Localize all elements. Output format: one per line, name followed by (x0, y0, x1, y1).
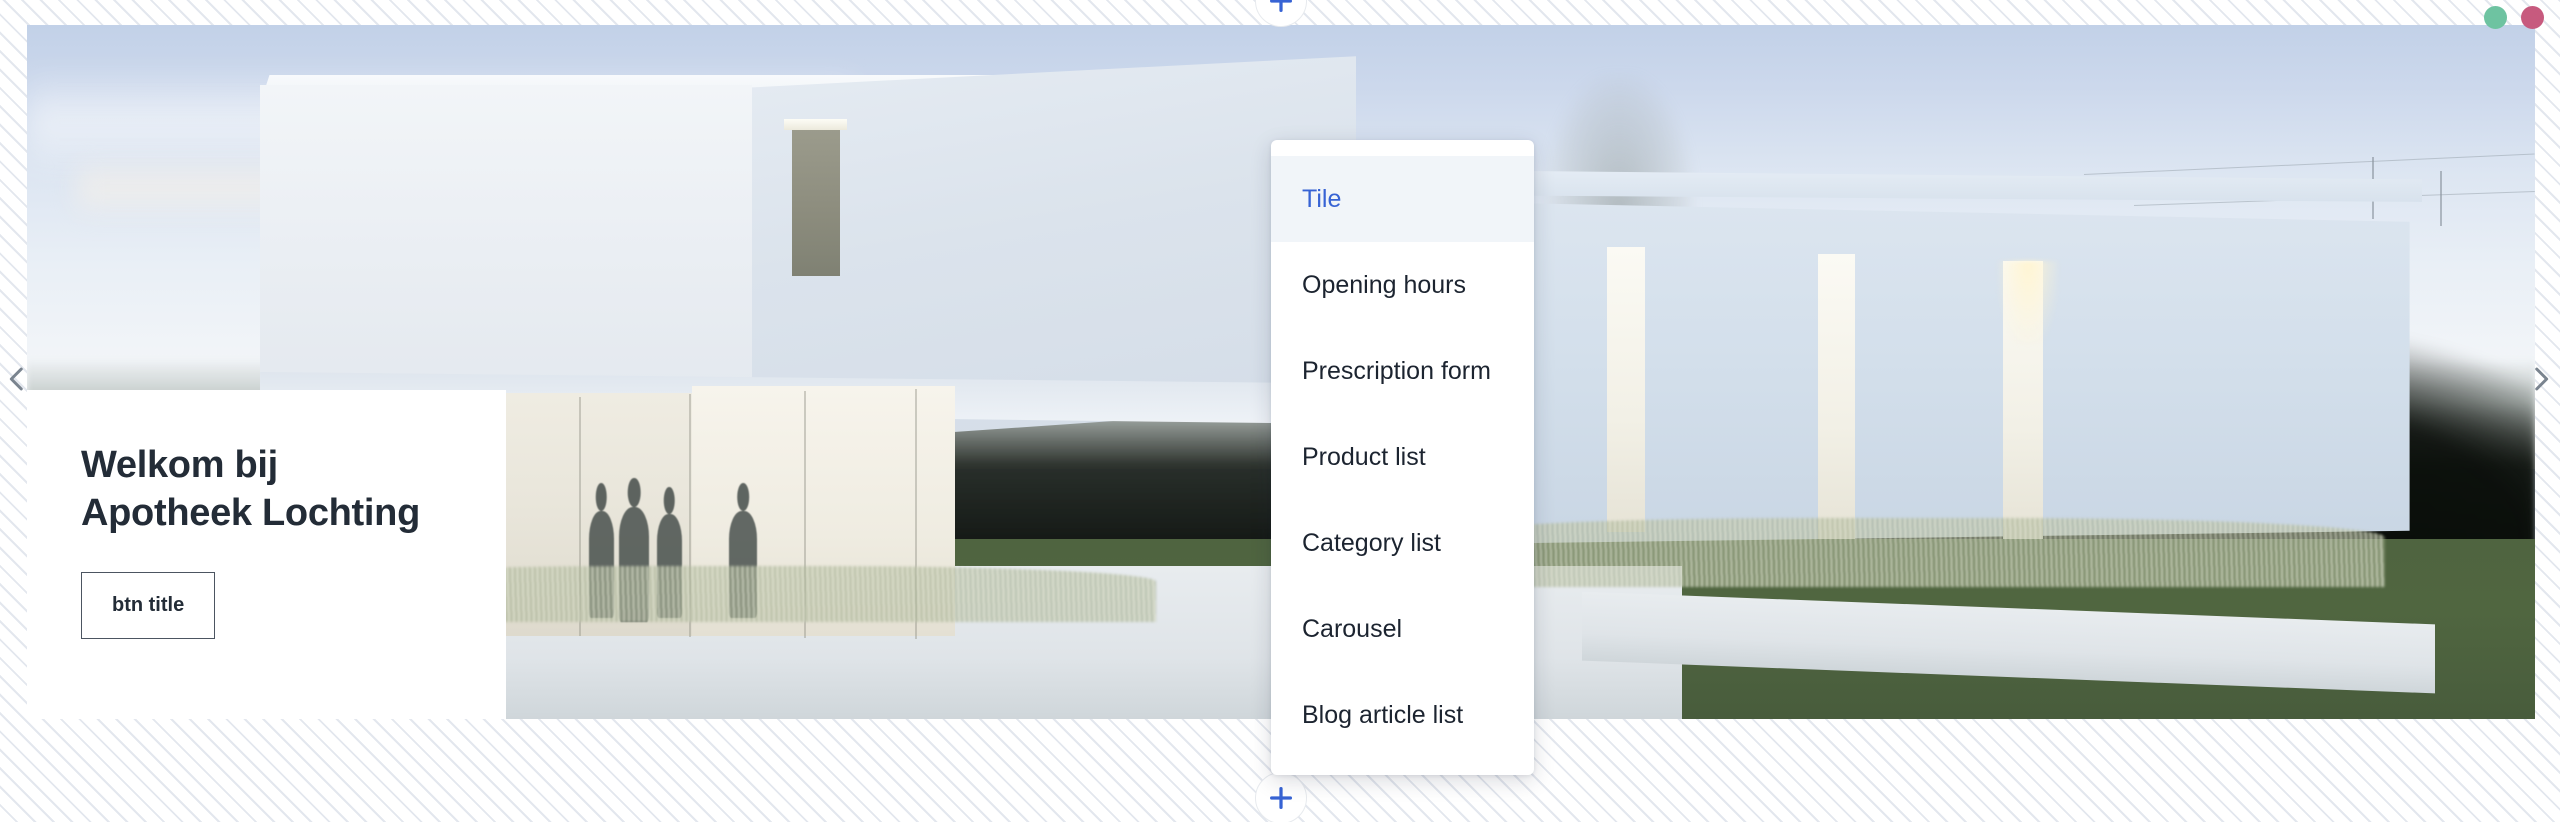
menu-item-prescription-form[interactable]: Prescription form (1271, 328, 1534, 414)
menu-item-category-list[interactable]: Category list (1271, 500, 1534, 586)
chevron-left-icon (9, 367, 23, 391)
wing-pillar (1607, 247, 1645, 532)
hero-headline: Welkom bij Apotheek Lochting (81, 444, 420, 534)
upper-window-slot (791, 130, 840, 277)
wing-uplight-glow (1998, 260, 2059, 345)
hero-text-card[interactable]: Welkom bij Apotheek Lochting btn title (27, 390, 506, 719)
plus-icon (1270, 787, 1292, 809)
block-type-menu[interactable]: Tile Opening hours Prescription form Produc… (1271, 140, 1534, 775)
status-dot-green[interactable] (2484, 6, 2507, 29)
page-builder-canvas: Welkom bij Apotheek Lochting btn title T… (0, 0, 2560, 822)
wing-pillar (1817, 254, 1856, 539)
menu-item-carousel[interactable]: Carousel (1271, 586, 1534, 672)
status-dot-group (2484, 6, 2544, 29)
chevron-right-icon (2535, 367, 2549, 391)
menu-item-opening-hours[interactable]: Opening hours (1271, 242, 1534, 328)
hero-cta-button[interactable]: btn title (81, 571, 216, 639)
add-block-above-button[interactable] (1255, 0, 1307, 27)
menu-item-tile[interactable]: Tile (1271, 156, 1534, 242)
plus-icon (1270, 0, 1292, 12)
add-block-below-button[interactable] (1255, 772, 1307, 822)
status-dot-red[interactable] (2521, 6, 2544, 29)
upper-volume-front-face (260, 84, 752, 391)
menu-item-blog-article-list[interactable]: Blog article list (1271, 672, 1534, 758)
menu-item-product-list[interactable]: Product list (1271, 414, 1534, 500)
carousel-next-button[interactable] (2524, 362, 2558, 396)
ornamental-grasses (1431, 517, 2385, 588)
window-lintel (784, 119, 848, 131)
utility-pole-b (2439, 170, 2442, 227)
carousel-prev-button[interactable] (0, 362, 34, 396)
